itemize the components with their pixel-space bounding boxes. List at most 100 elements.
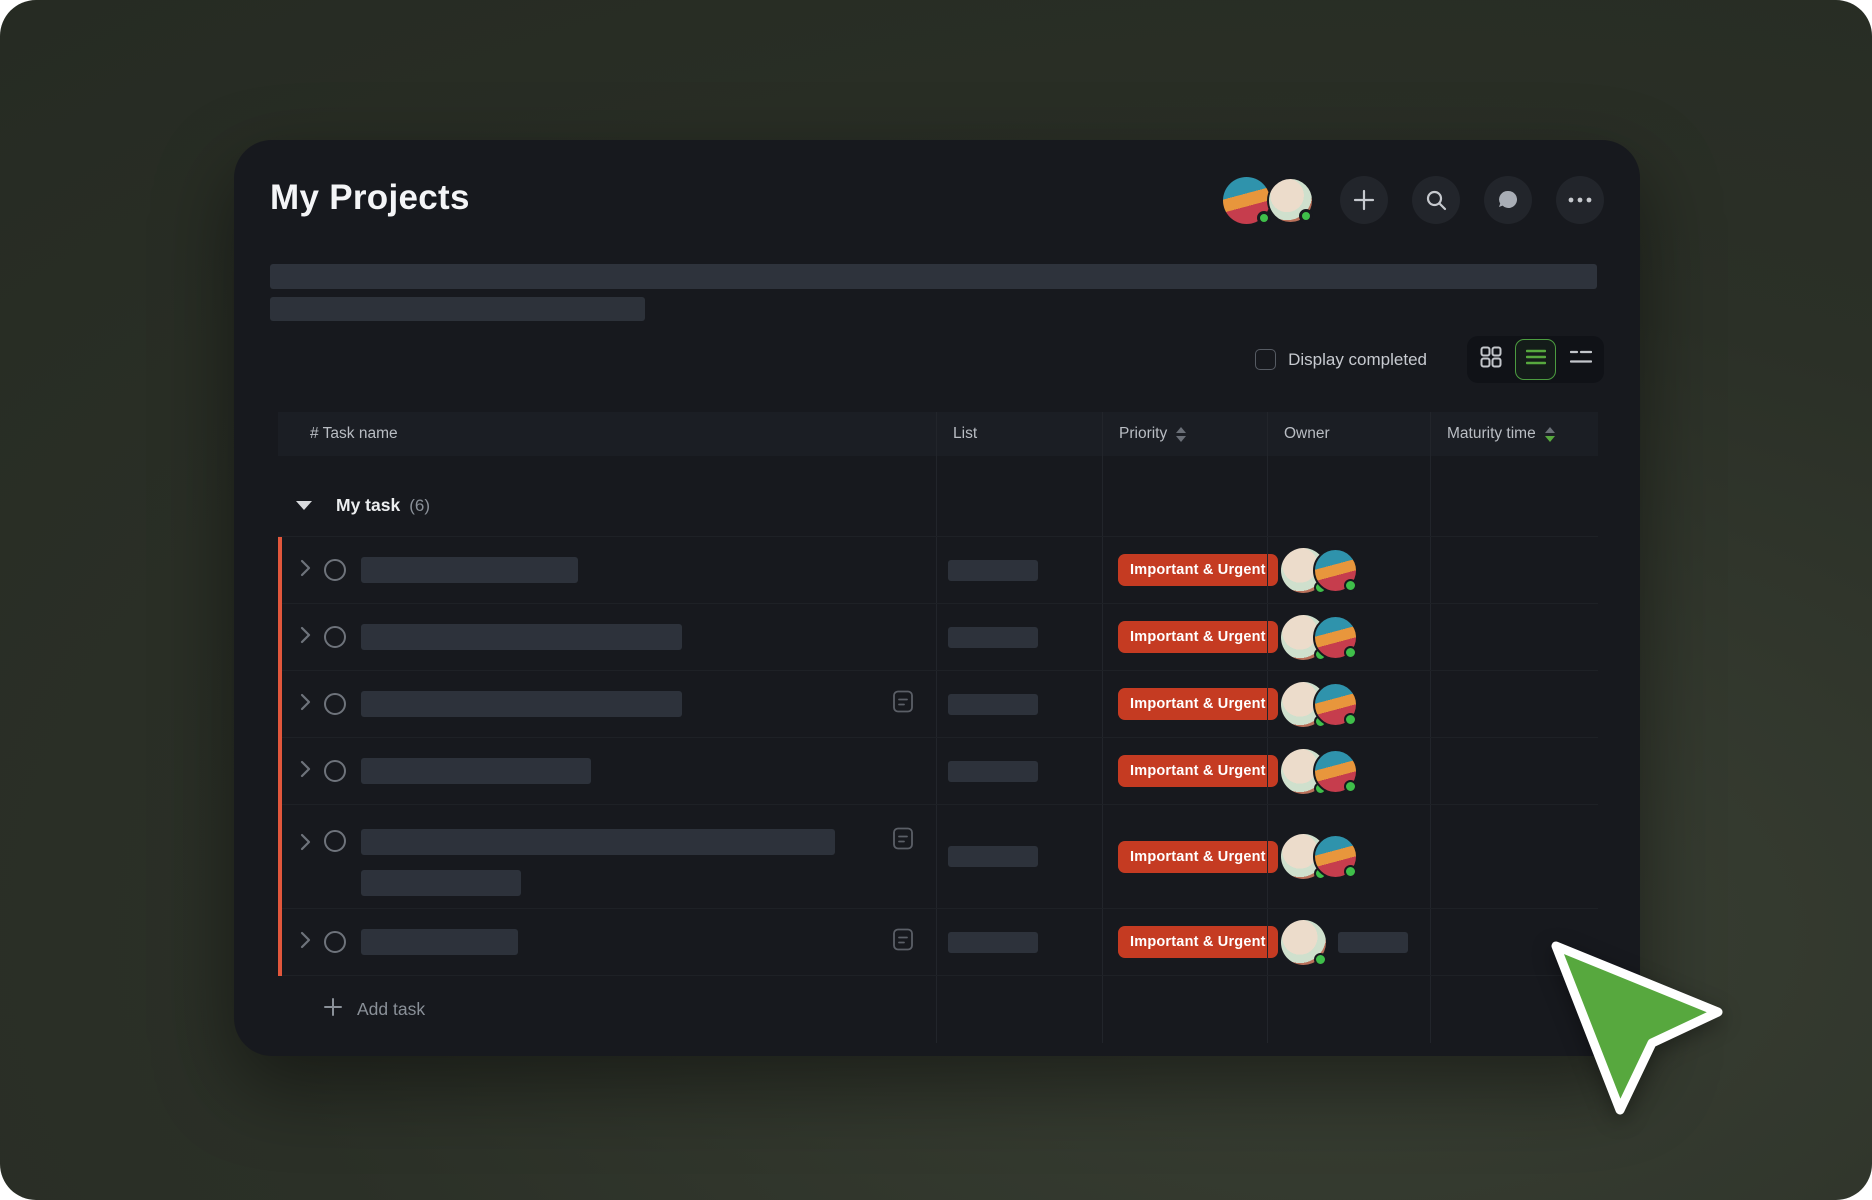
owner-avatar-teal-hat[interactable] <box>1313 548 1358 593</box>
column-header-list[interactable]: List <box>936 412 1102 456</box>
column-header-priority[interactable]: Priority <box>1102 412 1267 456</box>
task-name-placeholder-group <box>361 829 835 896</box>
list-view-icon <box>1526 349 1546 370</box>
search-icon <box>1425 189 1447 211</box>
task-status-circle[interactable] <box>324 830 346 852</box>
expand-chevron-icon[interactable] <box>300 833 311 856</box>
plus-icon <box>1353 189 1375 211</box>
task-row-3[interactable]: Important & Urgent <box>278 671 1598 738</box>
task-status-circle[interactable] <box>324 760 346 782</box>
task-row-1[interactable]: Important & Urgent <box>278 537 1598 604</box>
expand-chevron-icon[interactable] <box>300 626 311 649</box>
task-row-6[interactable]: Important & Urgent <box>278 909 1598 976</box>
toolbar <box>1223 176 1604 224</box>
plus-icon <box>324 998 342 1021</box>
description-placeholder-line-1 <box>270 264 1597 289</box>
mouse-cursor-arrow <box>1548 938 1728 1123</box>
list-placeholder <box>948 932 1038 953</box>
maturity-time-cell[interactable] <box>1430 671 1598 737</box>
task-row-4[interactable]: Important & Urgent <box>278 738 1598 805</box>
task-status-circle[interactable] <box>324 559 346 581</box>
task-status-circle[interactable] <box>324 626 346 648</box>
task-row-2[interactable]: Important & Urgent <box>278 604 1598 671</box>
avatar-baby-user[interactable] <box>1267 177 1314 224</box>
display-completed-checkbox[interactable] <box>1255 349 1276 370</box>
search-button[interactable] <box>1412 176 1460 224</box>
avatar-teal-hat-user[interactable] <box>1223 177 1270 224</box>
priority-sort-icon[interactable] <box>1176 427 1186 442</box>
list-placeholder <box>948 846 1038 867</box>
priority-badge[interactable]: Important & Urgent <box>1118 621 1278 653</box>
group-count: (6) <box>409 496 430 516</box>
task-name-placeholder-line-2 <box>361 870 521 896</box>
online-status-dot <box>1344 713 1357 726</box>
chat-button[interactable] <box>1484 176 1532 224</box>
filter-row: Display completed <box>1255 336 1604 383</box>
list-view-button[interactable] <box>1515 339 1556 380</box>
desktop-background: My Projects <box>0 0 1872 1200</box>
task-status-circle[interactable] <box>324 693 346 715</box>
priority-badge[interactable]: Important & Urgent <box>1118 688 1278 720</box>
notes-icon[interactable] <box>892 827 914 856</box>
owner-name-placeholder <box>1338 932 1408 953</box>
notes-icon[interactable] <box>892 690 914 719</box>
table-header: # Task name List Priority Owner Maturity… <box>278 412 1598 456</box>
owner-avatar-teal-hat[interactable] <box>1313 834 1358 879</box>
online-status-dot <box>1344 646 1357 659</box>
table-spacer-row <box>278 456 1598 475</box>
online-status-dot <box>1344 579 1357 592</box>
page-title: My Projects <box>270 178 470 218</box>
ellipsis-icon <box>1568 197 1592 203</box>
more-button[interactable] <box>1556 176 1604 224</box>
maturity-time-cell[interactable] <box>1430 805 1598 908</box>
grid-view-icon <box>1480 346 1502 373</box>
priority-badge[interactable]: Important & Urgent <box>1118 841 1278 873</box>
grid-view-button[interactable] <box>1470 339 1511 380</box>
column-header-maturity-time[interactable]: Maturity time <box>1430 412 1598 456</box>
task-row-5[interactable]: Important & Urgent <box>278 805 1598 909</box>
group-row-my-task: My task (6) <box>278 475 1598 537</box>
task-name-placeholder <box>361 691 682 717</box>
list-placeholder <box>948 761 1038 782</box>
priority-badge[interactable]: Important & Urgent <box>1118 554 1278 586</box>
column-header-task-name[interactable]: # Task name <box>278 412 936 456</box>
owner-avatar-teal-hat[interactable] <box>1313 749 1358 794</box>
expand-chevron-icon[interactable] <box>300 931 311 954</box>
maturity-time-cell[interactable] <box>1430 604 1598 670</box>
task-table: # Task name List Priority Owner Maturity… <box>278 412 1598 1043</box>
list-placeholder <box>948 560 1038 581</box>
task-name-placeholder <box>361 557 578 583</box>
notes-icon[interactable] <box>892 928 914 957</box>
app-window: My Projects <box>234 140 1640 1056</box>
expand-chevron-icon[interactable] <box>300 693 311 716</box>
description-placeholder-line-2 <box>270 297 645 321</box>
maturity-time-cell[interactable] <box>1430 738 1598 804</box>
group-collapse-caret-icon[interactable] <box>296 501 312 510</box>
column-header-owner[interactable]: Owner <box>1267 412 1430 456</box>
add-task-button[interactable]: Add task <box>278 976 936 1043</box>
priority-badge[interactable]: Important & Urgent <box>1118 755 1278 787</box>
list-placeholder <box>948 627 1038 648</box>
owner-avatar-teal-hat[interactable] <box>1313 682 1358 727</box>
member-avatars[interactable] <box>1223 177 1314 224</box>
priority-badge[interactable]: Important & Urgent <box>1118 926 1278 958</box>
expand-chevron-icon[interactable] <box>300 559 311 582</box>
add-button[interactable] <box>1340 176 1388 224</box>
task-status-circle[interactable] <box>324 931 346 953</box>
maturity-sort-icon[interactable] <box>1545 427 1555 442</box>
task-name-placeholder <box>361 624 682 650</box>
owner-avatar-teal-hat[interactable] <box>1313 615 1358 660</box>
sort-lines-icon <box>1570 350 1592 369</box>
expand-chevron-icon[interactable] <box>300 760 311 783</box>
chat-bubble-icon <box>1496 188 1520 212</box>
add-task-label: Add task <box>357 999 425 1020</box>
list-placeholder <box>948 694 1038 715</box>
display-completed-label[interactable]: Display completed <box>1288 350 1427 370</box>
sort-view-button[interactable] <box>1560 339 1601 380</box>
online-status-dot <box>1257 211 1271 225</box>
view-toggle-group <box>1467 336 1604 383</box>
maturity-time-cell[interactable] <box>1430 537 1598 603</box>
online-status-dot <box>1314 953 1327 966</box>
group-label[interactable]: My task <box>336 495 400 516</box>
owner-avatar-baby[interactable] <box>1281 920 1326 965</box>
